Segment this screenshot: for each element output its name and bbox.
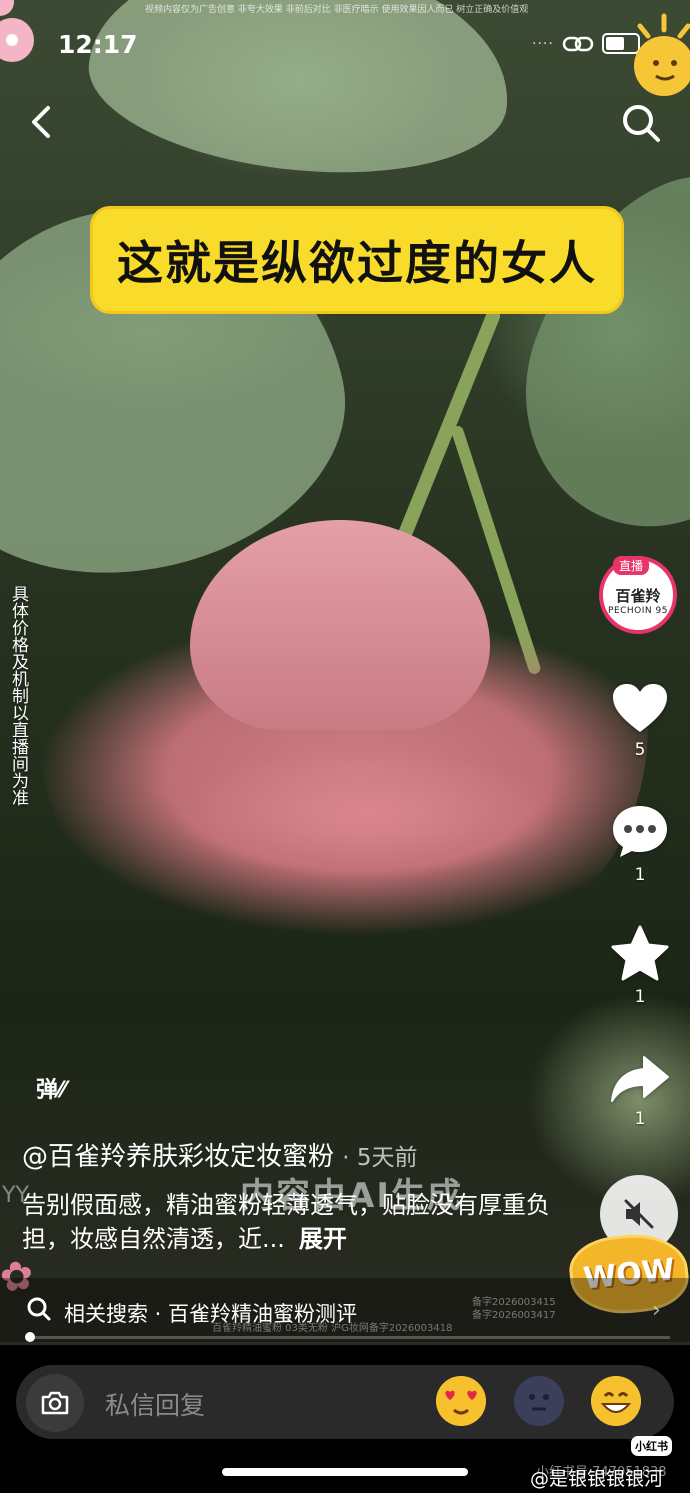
camera-icon: [41, 1391, 69, 1415]
chevron-left-icon: [32, 106, 50, 138]
danmu-toggle[interactable]: 弹⁄⁄: [36, 1072, 65, 1104]
share-arrow-icon: [611, 1056, 669, 1102]
related-search-bar[interactable]: 相关搜索 · 百雀羚精油蜜粉测评 备字2026003415 备字20260034…: [0, 1278, 690, 1342]
post-description: 告别假面感，精油蜜粉轻薄透气，贴脸没有厚重负担，妆感自然清透，近... 展开: [22, 1188, 582, 1256]
favorite-button[interactable]: 1: [600, 925, 680, 1007]
grinning-emoji-icon[interactable]: [591, 1376, 641, 1426]
live-tag: 直播: [613, 556, 650, 575]
sun-sticker-icon: [634, 13, 690, 96]
moon-face-emoji-icon[interactable]: [514, 1376, 564, 1426]
brand-name-cn: 百雀羚: [615, 586, 661, 605]
comment-bubble-icon: [613, 806, 667, 857]
search-icon: [27, 1297, 51, 1321]
heart-eyes-emoji-icon[interactable]: [436, 1376, 486, 1426]
live-room-avatar[interactable]: 直播 百雀羚 PECHOIN 95: [599, 556, 677, 634]
search-button[interactable]: [618, 100, 664, 146]
post-age: · 5天前: [342, 1145, 418, 1171]
description-text: 告别假面感，精油蜜粉轻薄透气，贴脸没有厚重负担，妆感自然清透，近...: [22, 1191, 550, 1253]
registration-info: 备字2026003415 备字2026003417 百雀羚精油蜜粉 03类无粉 …: [212, 1296, 556, 1335]
star-icon: [611, 925, 669, 981]
sakura-decoration-icon: [0, 0, 34, 62]
speaker-muted-icon: [624, 1199, 654, 1229]
back-button[interactable]: [22, 100, 62, 144]
ad-disclaimer: 视频内容仅为广告创意 非夸大效果 非前后对比 非医疗暗示 使用效果因人而已 树立…: [145, 5, 529, 15]
weibo-watermark: @是银银银银河: [530, 1468, 664, 1490]
danmu-label: 弹: [36, 1078, 59, 1103]
progress-handle[interactable]: [25, 1332, 35, 1342]
author-line: @百雀羚养肤彩妆定妆蜜粉 · 5天前: [22, 1136, 418, 1173]
share-button[interactable]: 1: [600, 1053, 680, 1129]
favorite-count: 1: [634, 987, 646, 1007]
home-indicator[interactable]: [222, 1468, 468, 1476]
signal-icon: ····: [532, 35, 554, 52]
expand-link[interactable]: 展开: [299, 1225, 347, 1253]
comment-count: 1: [634, 865, 646, 885]
registration-line: 备字2026003415: [472, 1297, 556, 1308]
leaf-background: [486, 136, 690, 564]
search-icon: [623, 105, 660, 142]
xiaohongshu-badge: 小红书: [631, 1436, 672, 1456]
comment-button[interactable]: 1: [600, 803, 680, 885]
camera-button[interactable]: [26, 1374, 84, 1432]
link-icon: [562, 36, 594, 51]
registration-line: 百雀羚精油蜜粉 03类无粉 沪G妆网备字2026003418: [212, 1323, 453, 1334]
top-nav: [0, 90, 690, 160]
danmu-slash-icon: ⁄⁄: [58, 1078, 66, 1103]
price-side-note: 具体价格及机制以直播间为准: [8, 585, 28, 806]
reply-placeholder: 私信回复: [105, 1391, 206, 1420]
status-bar: 视频内容仅为广告创意 非夸大效果 非前后对比 非医疗暗示 使用效果因人而已 树立…: [0, 0, 690, 96]
title-banner: 这就是纵欲过度的女人: [90, 206, 624, 314]
like-button[interactable]: 5: [600, 682, 680, 760]
video-progress-bar[interactable]: [25, 1336, 670, 1339]
title-banner-text: 这就是纵欲过度的女人: [117, 236, 597, 290]
author-name[interactable]: @百雀羚养肤彩妆定妆蜜粉: [22, 1142, 334, 1172]
chevron-right-icon: ›: [652, 1298, 661, 1323]
clock: 12:17: [58, 30, 138, 59]
heart-icon: [613, 684, 667, 732]
status-icons: ····: [532, 33, 640, 54]
like-count: 5: [634, 740, 646, 760]
registration-line: 备字2026003417: [472, 1310, 556, 1321]
brand-name-en: PECHOIN 95: [608, 605, 668, 616]
share-count: 1: [634, 1109, 646, 1129]
